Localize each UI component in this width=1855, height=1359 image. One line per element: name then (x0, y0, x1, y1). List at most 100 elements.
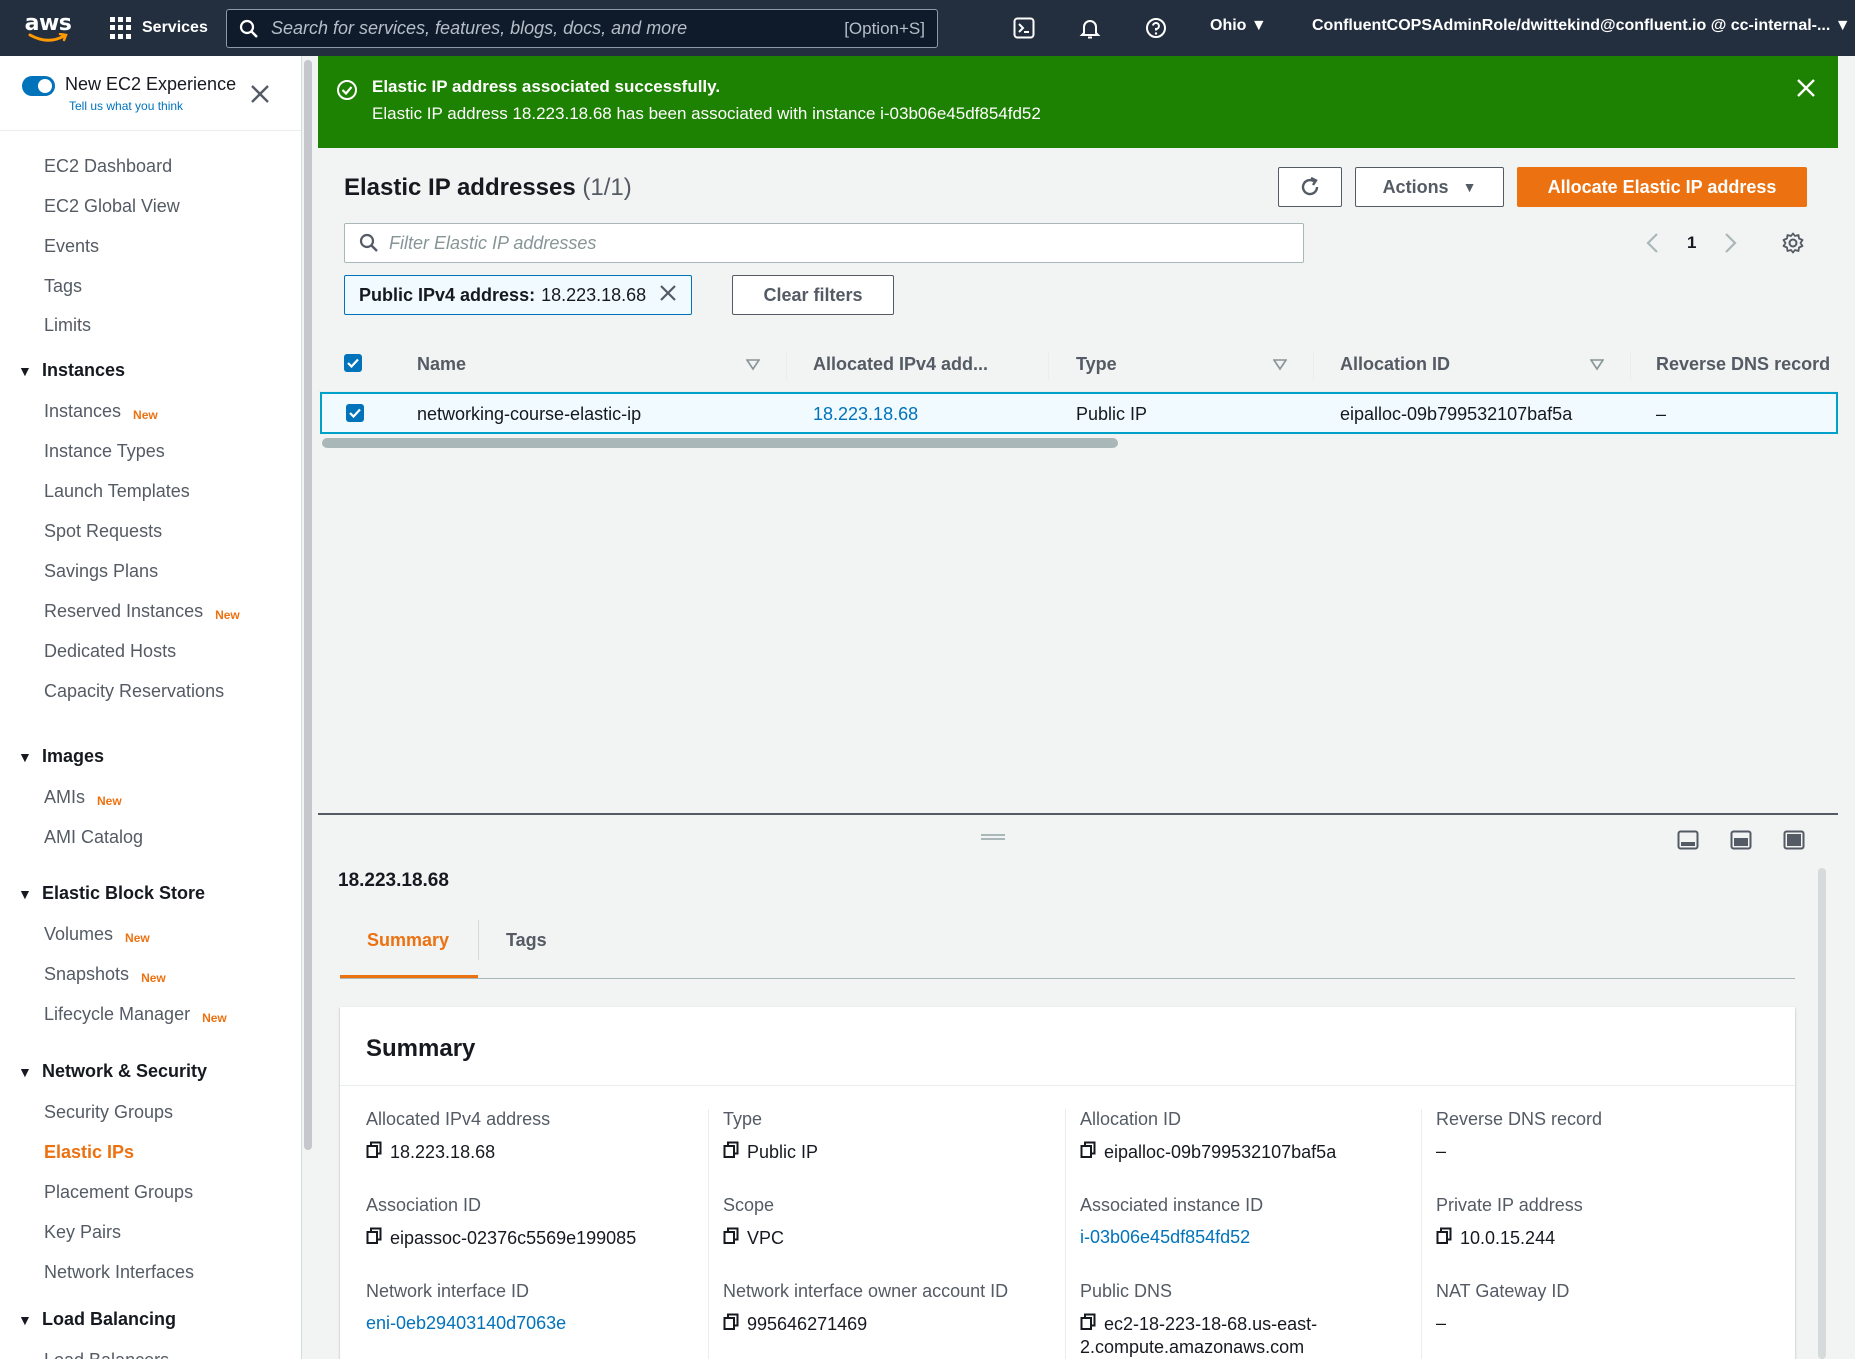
flash-message: Elastic IP address 18.223.18.68 has been… (372, 104, 1041, 123)
tab-summary[interactable]: Summary (367, 930, 449, 951)
column-divider[interactable] (1630, 352, 1631, 380)
copy-icon[interactable] (723, 1141, 739, 1164)
split-side-icon[interactable] (1730, 830, 1754, 852)
help-icon[interactable] (1142, 14, 1170, 42)
sidebar-item-label: Security Groups (44, 1102, 174, 1122)
copy-icon[interactable] (1080, 1313, 1096, 1336)
split-panel-divider[interactable] (318, 813, 1838, 815)
table-row[interactable]: networking-course-elastic-ip 18.223.18.6… (320, 392, 1838, 434)
copy-icon[interactable] (366, 1227, 382, 1250)
sidebar-section-header[interactable]: ▼ Instances (18, 360, 125, 381)
table-horizontal-scrollbar[interactable] (322, 438, 1118, 448)
split-full-icon[interactable] (1783, 830, 1807, 852)
account-menu[interactable]: ConfluentCOPSAdminRole/dwittekind@conflu… (1312, 17, 1851, 35)
allocate-elastic-ip-button[interactable]: Allocate Elastic IP address (1517, 167, 1807, 207)
feedback-link[interactable]: Tell us what you think (69, 99, 236, 113)
next-page-icon[interactable] (1722, 232, 1738, 259)
copy-icon[interactable] (1436, 1227, 1452, 1250)
tab-tags[interactable]: Tags (506, 930, 547, 951)
sidebar-item[interactable]: AMIs New (44, 787, 122, 808)
sidebar-item[interactable]: Limits (44, 315, 91, 336)
page-number[interactable]: 1 (1687, 233, 1696, 253)
region-selector[interactable]: Ohio ▼ (1210, 17, 1267, 35)
sidebar-section-header[interactable]: ▼ Load Balancing (18, 1309, 176, 1330)
column-divider[interactable] (1048, 352, 1049, 380)
close-icon[interactable] (1796, 78, 1816, 103)
sidebar-item[interactable]: Events (44, 236, 99, 257)
actions-dropdown-button[interactable]: Actions ▼ (1355, 167, 1504, 207)
sidebar-item[interactable]: AMI Catalog (44, 827, 143, 848)
select-all-checkbox[interactable] (344, 354, 362, 372)
sidebar-item[interactable]: Savings Plans (44, 561, 158, 582)
field-label: Association ID (366, 1195, 482, 1215)
sidebar-item[interactable]: Instances New (44, 401, 158, 422)
copy-icon[interactable] (723, 1227, 739, 1250)
sidebar-item[interactable]: EC2 Dashboard (44, 156, 172, 177)
caret-down-icon: ▼ (1250, 17, 1267, 34)
sidebar-item-label: Placement Groups (44, 1182, 194, 1202)
column-header-ipv4[interactable]: Allocated IPv4 add... (813, 354, 988, 375)
clear-filters-button[interactable]: Clear filters (732, 275, 894, 315)
field-label: Allocation ID (1080, 1109, 1182, 1129)
column-header-type[interactable]: Type (1076, 354, 1117, 375)
sidebar-item[interactable]: EC2 Global View (44, 196, 180, 217)
sidebar-item[interactable]: Dedicated Hosts (44, 641, 176, 662)
sidebar-item[interactable]: Tags (44, 276, 82, 297)
remove-filter-icon[interactable] (659, 284, 677, 307)
row-checkbox[interactable] (346, 404, 364, 422)
resize-handle-icon[interactable] (981, 834, 1005, 840)
sidebar-item[interactable]: Reserved Instances New (44, 601, 240, 622)
column-header-reverse-dns[interactable]: Reverse DNS record (1656, 354, 1830, 375)
sidebar-item[interactable]: Launch Templates (44, 481, 190, 502)
new-experience-toggle[interactable] (22, 76, 55, 96)
cell-ipv4-link[interactable]: 18.223.18.68 (813, 404, 918, 425)
caret-down-icon: ▼ (18, 886, 32, 902)
sort-icon[interactable] (1272, 358, 1288, 376)
global-search-input[interactable]: Search for services, features, blogs, do… (226, 9, 938, 48)
bell-icon[interactable] (1076, 14, 1104, 42)
sidebar-item[interactable]: Key Pairs (44, 1222, 121, 1243)
sidebar-item[interactable]: Load Balancers (44, 1350, 169, 1359)
cloudshell-icon[interactable] (1010, 14, 1038, 42)
sidebar-section-header[interactable]: ▼ Images (18, 746, 104, 767)
sidebar-item[interactable]: Spot Requests (44, 521, 162, 542)
sidebar-item-label: Capacity Reservations (44, 681, 225, 701)
sidebar-section-header[interactable]: ▼ Elastic Block Store (18, 883, 205, 904)
sidebar-scrollbar[interactable] (303, 60, 313, 1150)
sidebar-item[interactable]: Elastic IPs (44, 1142, 134, 1163)
sort-icon[interactable] (1589, 358, 1605, 376)
field-value-link[interactable]: i-03b06e45df854fd52 (1080, 1227, 1250, 1248)
sidebar-item[interactable]: Placement Groups (44, 1182, 193, 1203)
sidebar-item-label: AMI Catalog (44, 827, 144, 847)
page-title-text: Elastic IP addresses (344, 174, 576, 201)
sidebar-item[interactable]: Security Groups (44, 1102, 173, 1123)
aws-logo[interactable]: aws (0, 0, 96, 56)
sidebar-item[interactable]: Capacity Reservations (44, 681, 224, 702)
detail-vertical-scrollbar[interactable] (1818, 868, 1828, 1359)
column-divider[interactable] (1313, 352, 1314, 380)
sidebar-item[interactable]: Instance Types (44, 441, 165, 462)
copy-icon[interactable] (366, 1141, 382, 1164)
column-divider[interactable] (786, 352, 787, 380)
gear-icon[interactable] (1781, 231, 1805, 260)
sidebar-section-header[interactable]: ▼ Network & Security (18, 1061, 207, 1082)
search-icon (359, 233, 378, 252)
copy-icon[interactable] (723, 1313, 739, 1336)
column-header-allocation-id[interactable]: Allocation ID (1340, 354, 1450, 375)
sidebar-item[interactable]: Volumes New (44, 924, 150, 945)
sidebar-item[interactable]: Lifecycle Manager New (44, 1004, 227, 1025)
sort-icon[interactable] (745, 358, 761, 376)
services-menu-button[interactable]: Services (96, 0, 220, 56)
previous-page-icon[interactable] (1645, 232, 1661, 259)
copy-icon[interactable] (1080, 1141, 1096, 1164)
column-header-name[interactable]: Name (417, 354, 466, 375)
refresh-button[interactable] (1278, 167, 1342, 207)
field-value-link[interactable]: eni-0eb29403140d7063e (366, 1313, 566, 1334)
split-bottom-icon[interactable] (1677, 830, 1701, 852)
filter-input[interactable]: Filter Elastic IP addresses (344, 223, 1304, 263)
sidebar-item[interactable]: Snapshots New (44, 964, 166, 985)
field-value: eipalloc-09b799532107baf5a (1080, 1141, 1336, 1164)
close-sidebar-icon[interactable] (250, 84, 270, 109)
sidebar-item[interactable]: Network Interfaces (44, 1262, 194, 1283)
apps-grid-icon (110, 17, 132, 39)
